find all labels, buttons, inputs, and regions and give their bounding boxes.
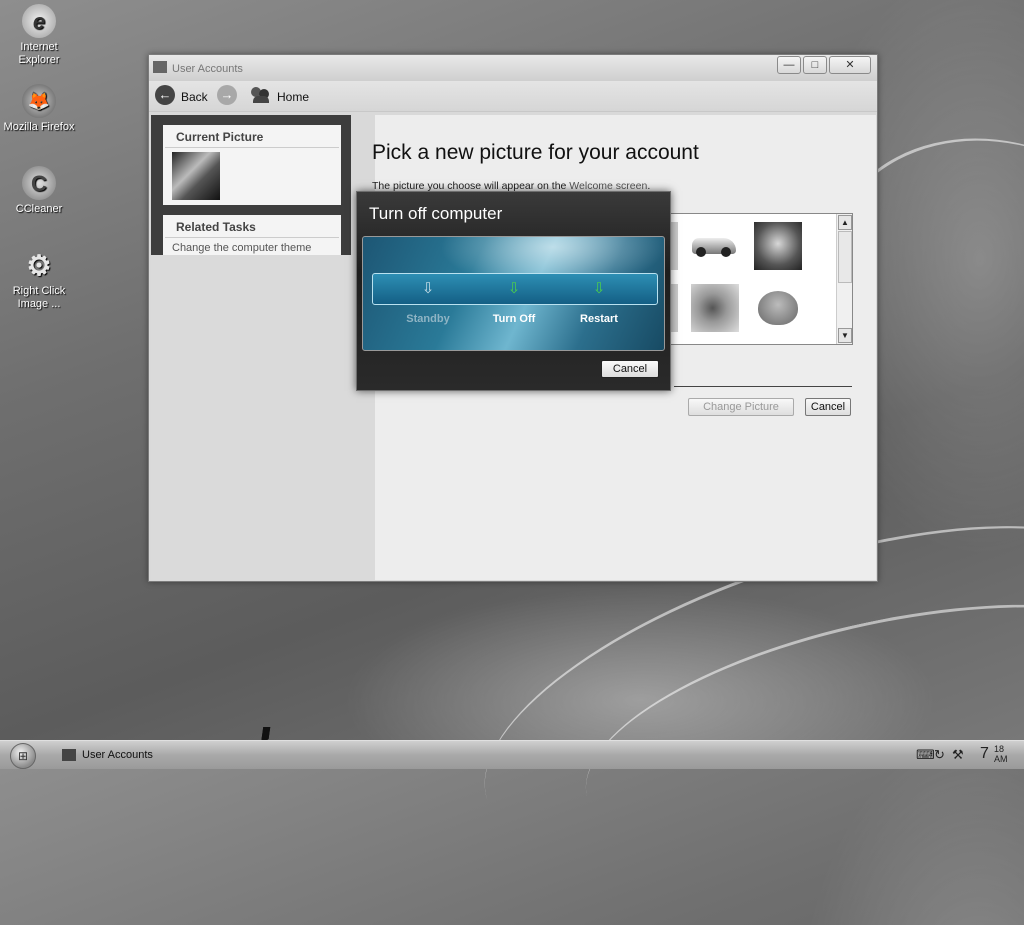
- home-users-icon: [251, 87, 271, 103]
- windows-logo-icon: ⊞: [17, 749, 29, 763]
- desktop-icon-label: CCleaner: [15, 203, 63, 215]
- close-button[interactable]: ✕: [829, 56, 871, 74]
- sidebar-background: [151, 255, 375, 580]
- related-tasks-heading: Related Tasks: [165, 215, 339, 238]
- picture-grid: ▲ ▼: [669, 213, 853, 345]
- ccleaner-icon: C: [22, 166, 56, 200]
- picture-thumbnail-cat[interactable]: [754, 222, 802, 270]
- scroll-up-arrow-icon[interactable]: ▲: [838, 215, 852, 230]
- standby-option[interactable]: ⇩: [388, 281, 468, 296]
- turn-off-computer-dialog: Turn off computer ⇩ ⇩ ⇩ Standby Turn Off…: [356, 191, 671, 391]
- taskbar: ⊞ User Accounts ⌨ ↻ ⚒ 7 18 AM: [0, 740, 1024, 769]
- restart-option[interactable]: ⇩: [559, 281, 639, 296]
- restart-arrow-icon: ⇩: [592, 280, 606, 297]
- divider-line: [674, 386, 852, 387]
- user-accounts-icon: [153, 61, 167, 73]
- start-button[interactable]: ⊞: [10, 743, 36, 769]
- system-tray: ⌨ ↻ ⚒ 7 18 AM: [912, 744, 1024, 766]
- related-task-link[interactable]: Change the computer theme: [163, 238, 341, 255]
- task-sidebar: Current Picture Related Tasks Change the…: [151, 115, 351, 255]
- car-icon: [692, 238, 736, 257]
- tools-tray-icon[interactable]: ⚒: [952, 747, 964, 763]
- picture-thumbnail-partial-lower[interactable]: [670, 284, 678, 332]
- turn-off-label[interactable]: Turn Off: [474, 313, 554, 325]
- related-tasks-box: Related Tasks Change the computer theme: [163, 215, 341, 255]
- desktop-icon-label: Right Click Image ...: [12, 285, 66, 310]
- user-accounts-taskbar-icon: [62, 749, 76, 761]
- current-picture-box: Current Picture: [163, 125, 341, 205]
- firefox-icon: 🦊: [22, 84, 56, 118]
- window-title: User Accounts: [172, 63, 243, 75]
- desktop-icon-mozilla-firefox[interactable]: 🦊 Mozilla Firefox: [0, 84, 78, 134]
- desktop-icon-right-click-image[interactable]: ⚙ Right Click Image ...: [0, 248, 78, 311]
- taskbar-item-label: User Accounts: [82, 749, 153, 761]
- maximize-button[interactable]: □: [803, 56, 827, 74]
- minimize-button[interactable]: —: [777, 56, 801, 74]
- forward-arrow-icon[interactable]: →: [217, 85, 237, 105]
- picture-thumbnail-car[interactable]: [690, 222, 738, 270]
- page-title: Pick a new picture for your account: [372, 141, 699, 164]
- picture-thumbnail-frog[interactable]: [754, 284, 802, 332]
- change-picture-button[interactable]: Change Picture: [688, 398, 794, 416]
- network-tray-icon[interactable]: ⌨: [916, 747, 935, 763]
- turn-off-option[interactable]: ⇩: [474, 281, 554, 296]
- clock-minute: 18: [994, 744, 1005, 754]
- window-titlebar[interactable]: User Accounts — □ ✕: [149, 55, 877, 81]
- dialog-cancel-button[interactable]: Cancel: [601, 360, 659, 378]
- scroll-thumb[interactable]: [838, 231, 852, 283]
- standby-label[interactable]: Standby: [388, 313, 468, 325]
- turn-off-options-panel: ⇩ ⇩ ⇩ Standby Turn Off Restart: [362, 236, 665, 351]
- desktop-icon-ccleaner[interactable]: C CCleaner: [0, 166, 78, 216]
- current-account-picture: [172, 152, 220, 200]
- sync-tray-icon[interactable]: ↻: [934, 747, 945, 763]
- navigation-bar: ← Back → Home: [149, 81, 877, 112]
- gear-icon: ⚙: [26, 249, 52, 281]
- clock-hour[interactable]: 7: [980, 745, 989, 763]
- wallpaper-swoosh: [563, 557, 1024, 906]
- dialog-title: Turn off computer: [369, 204, 503, 223]
- cancel-button[interactable]: Cancel: [805, 398, 851, 416]
- picture-grid-scrollbar[interactable]: ▲ ▼: [836, 214, 852, 344]
- home-button-label[interactable]: Home: [277, 90, 309, 104]
- desktop-icon-label: Internet Explorer: [18, 41, 60, 66]
- back-arrow-icon[interactable]: ←: [155, 85, 175, 105]
- clock-minute-ampm[interactable]: 18 AM: [994, 744, 1008, 764]
- desktop-icon-label: Mozilla Firefox: [3, 121, 75, 133]
- current-picture-heading: Current Picture: [165, 125, 339, 148]
- back-button-label[interactable]: Back: [181, 90, 208, 104]
- standby-arrow-icon: ⇩: [421, 280, 435, 297]
- frog-icon: [758, 291, 798, 325]
- taskbar-item-user-accounts[interactable]: User Accounts: [58, 744, 258, 766]
- scroll-down-arrow-icon[interactable]: ▼: [838, 328, 852, 343]
- picture-thumbnail-partial[interactable]: [670, 222, 678, 270]
- restart-label[interactable]: Restart: [559, 313, 639, 325]
- turn-off-arrow-icon: ⇩: [507, 280, 521, 297]
- picture-thumbnail-fish[interactable]: [691, 284, 739, 332]
- clock-ampm: AM: [994, 754, 1008, 764]
- desktop-icon-internet-explorer[interactable]: e Internet Explorer: [0, 4, 78, 67]
- internet-explorer-icon: e: [22, 4, 56, 38]
